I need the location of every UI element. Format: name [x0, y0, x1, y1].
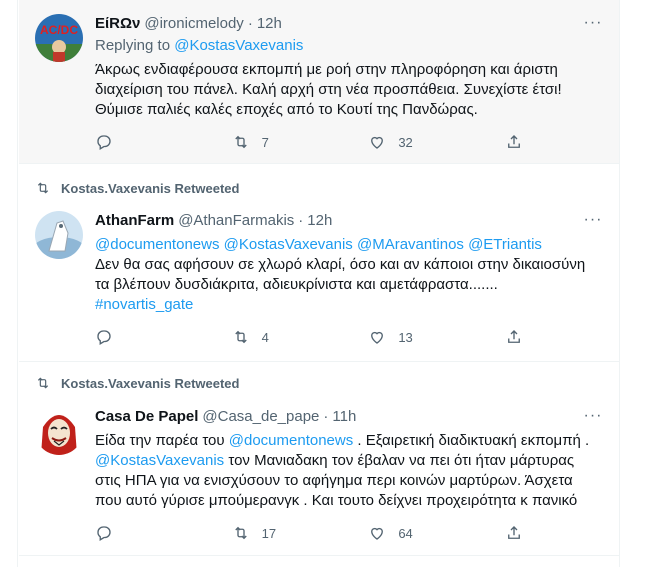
retweeted-by-text: Kostas.Vaxevanis Retweeted	[61, 375, 240, 391]
tweet-text: @documentonews @KostasVaxevanis @MAravan…	[95, 235, 603, 315]
retweet-icon	[37, 377, 49, 389]
author-handle[interactable]: @AthanFarmakis	[178, 211, 294, 231]
tweet-text-line: διαχείριση του πάνελ. Καλή αρχή στη νέα …	[95, 81, 562, 98]
retweet-icon	[234, 526, 247, 540]
tweet-text-line: Είδα την παρέα του @documentonews . Εξαι…	[95, 431, 603, 451]
reply-button[interactable]	[95, 133, 195, 151]
share-icon	[508, 526, 520, 539]
share-button[interactable]	[505, 328, 523, 346]
replying-mention-link[interactable]: @KostasVaxevanis	[174, 37, 303, 54]
avatar-casadepape[interactable]	[35, 407, 83, 455]
tweet-header: Casa De Papel @Casa_de_pape · 11h	[95, 407, 603, 427]
tweet-text: Άκρως ενδιαφέρουσα εκπομπή με ροή στην π…	[95, 60, 603, 120]
right-column-edge	[619, 0, 655, 567]
tweet-text: Είδα την παρέα του @documentonews . Εξαι…	[95, 431, 603, 511]
retweet-icon	[234, 135, 247, 149]
text-span: τον Μανιαδακη τον έβαλαν να πει ότι ήταν…	[224, 452, 575, 469]
heart-icon	[371, 527, 384, 540]
heart-icon	[371, 331, 384, 344]
retweet-count: 17	[261, 525, 277, 541]
author-name[interactable]: ΕίRΩν	[95, 14, 140, 34]
tweet-time[interactable]: 12h	[257, 14, 282, 34]
more-options-icon[interactable]: ···	[583, 15, 603, 36]
retweeted-by-text: Kostas.Vaxevanis Retweeted	[61, 180, 240, 196]
text-span: . Εξαιρετική διαδικτυακή εκπομπή .	[353, 432, 590, 449]
share-icon	[508, 330, 520, 343]
tweet-text-line: Δεν θα σας αφήσουν σε χλωρό κλαρί, όσο κ…	[95, 256, 586, 273]
separator-dot: ·	[247, 15, 253, 32]
retweet-count: 4	[261, 329, 269, 345]
retweet-button[interactable]: 17	[232, 524, 332, 542]
author-handle[interactable]: @ironicmelody	[144, 14, 243, 34]
reply-icon	[97, 330, 111, 345]
tweet-time[interactable]: 12h	[307, 211, 332, 231]
tweet-casadepape[interactable]: Kostas.Vaxevanis Retweeted Casa De Papel…	[19, 363, 619, 556]
heart-icon	[371, 136, 384, 149]
tweet-header: ΕίRΩν @ironicmelody · 12h	[95, 14, 603, 34]
like-count: 13	[398, 329, 413, 345]
retweet-icon	[37, 182, 49, 194]
share-icon	[508, 135, 520, 148]
replying-prefix: Replying to	[95, 37, 171, 54]
like-count: 64	[398, 525, 413, 541]
share-button[interactable]	[505, 524, 523, 542]
reply-icon	[97, 526, 111, 541]
like-button[interactable]: 13	[368, 328, 468, 346]
tweet-text-line: @KostasVaxevanis τον Μανιαδακη τον έβαλα…	[95, 451, 603, 471]
like-button[interactable]: 32	[368, 133, 468, 151]
tweet-actions: 7 32	[95, 132, 523, 152]
retweet-count: 7	[261, 134, 269, 150]
author-name[interactable]: AthanFarm	[95, 211, 174, 231]
like-button[interactable]: 64	[368, 524, 468, 542]
tweet-header: AthanFarm @AthanFarmakis · 12h	[95, 211, 603, 231]
retweeted-by-label[interactable]: Kostas.Vaxevanis Retweeted	[9, 375, 239, 391]
avatar-ironicmelody[interactable]: AC/DC	[35, 14, 83, 62]
author-handle[interactable]: @Casa_de_pape	[202, 407, 319, 427]
timeline-feed: AC/DC ΕίRΩν @ironicmelody · 12h Replying…	[19, 0, 619, 567]
retweeted-by-label[interactable]: Kostas.Vaxevanis Retweeted	[9, 180, 239, 196]
tweet-actions: 4 13	[95, 327, 523, 347]
like-count: 32	[398, 134, 413, 150]
retweet-button[interactable]: 7	[232, 133, 332, 151]
share-button[interactable]	[505, 133, 523, 151]
reply-icon	[97, 135, 111, 150]
tweet-time[interactable]: 11h	[332, 407, 356, 427]
more-options-icon[interactable]: ···	[583, 408, 603, 429]
tweet-text-line: Άκρως ενδιαφέρουσα εκπομπή με ροή στην π…	[95, 61, 558, 78]
tweet-text-line: που αυτό γύρισε μπούμερανγκ . Και τουτο …	[95, 492, 578, 509]
tweet-text-line: Θύμισε παλιές καλές εποχές από το Κουτί …	[95, 101, 478, 118]
retweet-icon	[234, 330, 247, 344]
reply-button[interactable]	[95, 328, 195, 346]
tweet-text-line: στις ΗΠΑ για να ενισχύσουν το αφήγημα πε…	[95, 472, 573, 489]
author-name[interactable]: Casa De Papel	[95, 407, 198, 427]
avatar-athanfarmakis[interactable]	[35, 211, 83, 259]
text-span: Είδα την παρέα του	[95, 432, 229, 449]
tweet-actions: 17 64	[95, 523, 523, 543]
mention-link[interactable]: @KostasVaxevanis	[95, 452, 224, 469]
tweet-athanfarmakis[interactable]: Kostas.Vaxevanis Retweeted AthanFarm @At…	[19, 165, 619, 362]
mention-link[interactable]: @documentonews	[229, 432, 353, 449]
svg-text:AC/DC: AC/DC	[40, 23, 78, 37]
tweet-ironicmelody[interactable]: AC/DC ΕίRΩν @ironicmelody · 12h Replying…	[19, 0, 619, 164]
left-column-edge	[0, 0, 18, 567]
separator-dot: ·	[298, 212, 304, 229]
separator-dot: ·	[323, 408, 329, 425]
mention-links[interactable]: @documentonews @KostasVaxevanis @MAravan…	[95, 235, 603, 255]
reply-button[interactable]	[95, 524, 195, 542]
replying-to: Replying to @KostasVaxevanis	[95, 36, 603, 56]
hashtag-link[interactable]: #novartis_gate	[95, 295, 603, 315]
more-options-icon[interactable]: ···	[583, 212, 603, 233]
retweet-button[interactable]: 4	[232, 328, 332, 346]
tweet-text-line: τα βλέπουν δυσδιάκριτα, αδιευκρίνιστα κα…	[95, 276, 498, 293]
